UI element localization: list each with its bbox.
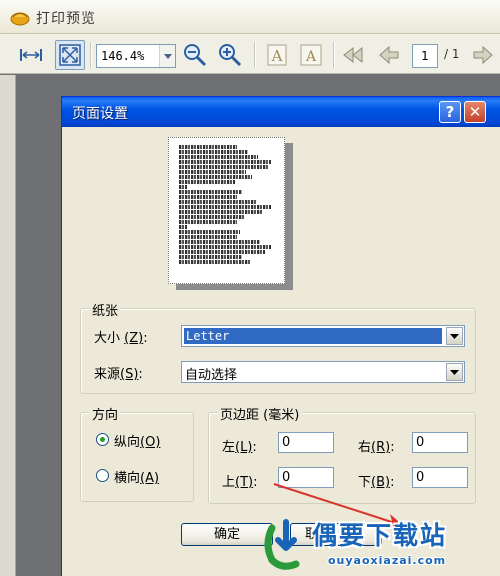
app-title: 打印预览 [36, 11, 96, 27]
chevron-down-icon[interactable] [159, 45, 175, 67]
toolbar-separator [333, 42, 334, 68]
fit-page-button[interactable] [55, 40, 85, 70]
watermark-text: 偶要下载站 [312, 521, 448, 550]
svg-text:A: A [305, 49, 317, 65]
preview-text-line [179, 170, 247, 174]
font-smaller-button[interactable]: A [296, 40, 326, 70]
next-page-button[interactable] [468, 40, 498, 70]
preview-text-line [179, 235, 237, 239]
zoom-in-button[interactable] [215, 40, 245, 70]
fit-width-button[interactable] [16, 40, 46, 70]
app-logo-icon [10, 12, 30, 26]
preview-text-line [179, 175, 252, 179]
preview-text-line [179, 210, 264, 214]
orientation-group-legend: 方向 [89, 404, 122, 423]
preview-text-line [179, 255, 243, 259]
watermark: 偶要下载站 ouyaoxiazai.com [262, 514, 500, 576]
preview-text-line [179, 225, 187, 229]
arrow-left-icon [379, 45, 399, 65]
zoom-value: 146.4% [101, 49, 145, 63]
preview-text-line [179, 220, 237, 224]
fit-width-icon [20, 49, 42, 61]
paper-size-value: Letter [184, 328, 442, 344]
zoom-in-icon [219, 44, 242, 67]
preview-text-line [179, 230, 241, 234]
arrow-right-icon [473, 45, 493, 65]
landscape-label[interactable]: 横向(A) [114, 467, 159, 486]
watermark-url: ouyaoxiazai.com [328, 554, 447, 567]
preview-text-line [179, 165, 270, 169]
dialog-title: 页面设置 [72, 106, 128, 122]
right-margin-input[interactable]: 0 [412, 432, 468, 453]
question-icon: ? [445, 103, 455, 121]
close-button[interactable]: ✕ [464, 101, 486, 123]
preview-left-edge [0, 75, 16, 576]
portrait-radio[interactable] [96, 433, 109, 446]
svg-text:A: A [271, 47, 283, 65]
paper-source-select[interactable]: 自动选择 [181, 361, 465, 383]
fit-page-icon [59, 44, 81, 66]
bottom-margin-input[interactable]: 0 [412, 467, 468, 488]
first-page-icon [343, 46, 363, 64]
preview-text-line [179, 145, 237, 149]
right-margin-label: 右(R): [358, 440, 395, 455]
preview-toolbar: 146.4% A A 1 / 1 [0, 34, 500, 74]
zoom-out-icon [184, 44, 207, 67]
preview-text-line [179, 215, 245, 219]
preview-text-line [179, 260, 251, 264]
margins-group-legend: 页边距 (毫米) [217, 404, 303, 423]
preview-text-line [179, 160, 272, 164]
font-larger-button[interactable]: A [262, 40, 292, 70]
paper-group-legend: 纸张 [89, 300, 122, 319]
close-icon: ✕ [468, 103, 482, 121]
watermark-logo-icon [264, 519, 300, 570]
orientation-group: 方向 [80, 404, 194, 502]
page-number-input[interactable]: 1 [412, 44, 438, 68]
dialog-title-bar: 页面设置 ? ✕ [62, 97, 500, 127]
preview-text-line [179, 200, 256, 204]
zoom-out-button[interactable] [180, 40, 210, 70]
help-button[interactable]: ? [439, 101, 461, 123]
preview-text-line [179, 205, 272, 209]
font-larger-icon: A [267, 44, 287, 66]
toolbar-separator [90, 42, 91, 68]
ok-button[interactable]: 确定 [181, 523, 273, 546]
toolbar-separator [254, 42, 255, 68]
preview-text-line [179, 190, 243, 194]
paper-size-select[interactable]: Letter [181, 325, 465, 347]
previous-page-button[interactable] [374, 40, 404, 70]
preview-text-line [179, 150, 249, 154]
chevron-down-icon[interactable] [446, 363, 463, 381]
preview-text-line [179, 180, 235, 184]
preview-text-line [179, 245, 272, 249]
app-title-bar: 打印预览 [0, 0, 500, 34]
preview-text-line [179, 155, 258, 159]
preview-text-line [179, 250, 266, 254]
top-margin-label: 上(T): [222, 475, 258, 490]
page-total: / 1 [444, 47, 460, 61]
preview-text-line [179, 185, 187, 189]
left-margin-label: 左(L): [222, 440, 257, 455]
preview-text-line [179, 240, 260, 244]
left-margin-input[interactable]: 0 [278, 432, 334, 453]
paper-size-label: 大小 (Z): [94, 331, 148, 346]
first-page-button[interactable] [338, 40, 368, 70]
zoom-select[interactable]: 146.4% [96, 44, 176, 68]
portrait-label[interactable]: 纵向(O) [114, 431, 160, 450]
preview-text-line [179, 195, 237, 199]
landscape-radio[interactable] [96, 469, 109, 482]
page-preview-thumbnail [168, 137, 285, 284]
paper-source-value: 自动选择 [185, 368, 238, 383]
chevron-down-icon[interactable] [446, 327, 463, 345]
font-smaller-icon: A [300, 44, 322, 66]
paper-source-label: 来源(S): [94, 367, 143, 382]
